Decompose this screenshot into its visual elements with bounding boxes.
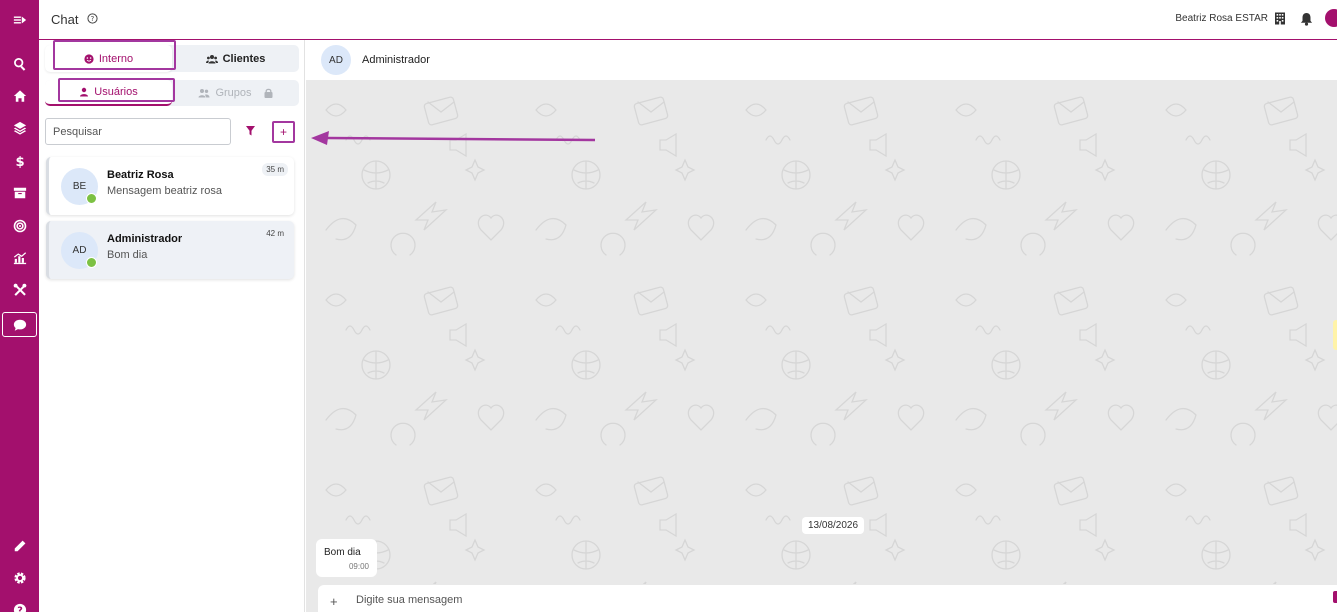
- chat-background-pattern: [306, 80, 1337, 584]
- main-tabs: Interno Clientes: [45, 45, 299, 72]
- last-message: Bom dia: [107, 249, 148, 261]
- message-time: 42 m: [266, 229, 284, 238]
- tab-grupos[interactable]: Grupos: [172, 80, 299, 106]
- message-input[interactable]: Digite sua mensagem: [356, 594, 462, 606]
- chat-bubble-icon[interactable]: [2, 312, 37, 337]
- last-message: Mensagem beatriz rosa: [107, 185, 222, 197]
- bell-icon[interactable]: [1300, 12, 1313, 26]
- svg-text:?: ?: [91, 15, 95, 23]
- search-input[interactable]: [45, 118, 231, 145]
- svg-text:$: $: [15, 155, 24, 168]
- tab-clientes[interactable]: Clientes: [172, 45, 299, 72]
- sub-tabs: Usuários Grupos: [45, 80, 299, 106]
- tools-icon[interactable]: [0, 278, 39, 302]
- face-icon: [84, 53, 94, 64]
- microphone-icon[interactable]: [1333, 591, 1337, 603]
- top-bar: Chat ? Beatriz Rosa ESTAR: [39, 0, 1337, 40]
- help-icon[interactable]: ?: [0, 598, 39, 612]
- online-status-dot: [86, 193, 97, 204]
- message-timestamp: 09:00: [348, 562, 369, 571]
- add-conversation-button[interactable]: +: [272, 121, 295, 143]
- chat-contact-avatar: AD: [321, 45, 351, 75]
- tab-clientes-label: Clientes: [222, 52, 266, 65]
- conversation-panel: Interno Clientes Usuários Grupos + BE Be…: [39, 40, 305, 612]
- chat-contact-name: Administrador: [362, 54, 430, 66]
- message-time: 35 m: [262, 163, 288, 176]
- conversation-item-selected[interactable]: AD Administrador Bom dia 42 m: [46, 221, 294, 279]
- archive-icon[interactable]: [0, 181, 39, 205]
- chat-header: AD Administrador: [306, 40, 1337, 80]
- menu-collapse-icon[interactable]: [0, 8, 39, 32]
- message-composer: + Digite sua mensagem: [318, 585, 1337, 612]
- dollar-icon[interactable]: $: [0, 149, 39, 173]
- message-bubble: Bom dia 09:00: [316, 539, 377, 577]
- left-rail: $ ?: [0, 0, 39, 612]
- user-name[interactable]: Beatriz Rosa ESTAR: [1175, 13, 1268, 24]
- layers-icon[interactable]: [0, 116, 39, 140]
- pencil-icon[interactable]: [0, 534, 39, 558]
- help-circle-icon[interactable]: ?: [87, 13, 98, 24]
- date-separator: 13/08/2026: [802, 517, 865, 534]
- user-avatar[interactable]: [1325, 9, 1337, 27]
- tab-grupos-label: Grupos: [215, 87, 252, 99]
- tab-usuarios[interactable]: Usuários: [45, 80, 172, 106]
- tab-interno-label: Interno: [98, 52, 134, 65]
- person-icon: [80, 87, 89, 97]
- svg-text:?: ?: [17, 606, 23, 612]
- side-tab-handle[interactable]: [1333, 320, 1337, 350]
- tab-interno[interactable]: Interno: [45, 45, 172, 72]
- tab-usuarios-label: Usuários: [94, 86, 138, 98]
- chart-icon[interactable]: [0, 246, 39, 270]
- chat-area: AD Administrador 13/08/2026 Bom dia 09:0…: [306, 40, 1337, 612]
- gear-icon[interactable]: [0, 566, 39, 590]
- search-icon[interactable]: [0, 52, 39, 76]
- filter-icon[interactable]: [246, 126, 255, 136]
- online-status-dot: [86, 257, 97, 268]
- home-icon[interactable]: [0, 84, 39, 108]
- attach-button[interactable]: +: [330, 594, 338, 609]
- building-icon[interactable]: [1274, 12, 1286, 25]
- message-text: Bom dia: [324, 547, 361, 558]
- target-icon[interactable]: [0, 214, 39, 238]
- conversation-item[interactable]: BE Beatriz Rosa Mensagem beatriz rosa 35…: [46, 157, 294, 215]
- page-title: Chat: [51, 12, 79, 27]
- contact-name: Beatriz Rosa: [107, 169, 174, 181]
- lock-icon: [264, 88, 273, 98]
- people-icon: [205, 54, 218, 63]
- contact-name: Administrador: [107, 233, 183, 245]
- group-icon: [198, 89, 210, 98]
